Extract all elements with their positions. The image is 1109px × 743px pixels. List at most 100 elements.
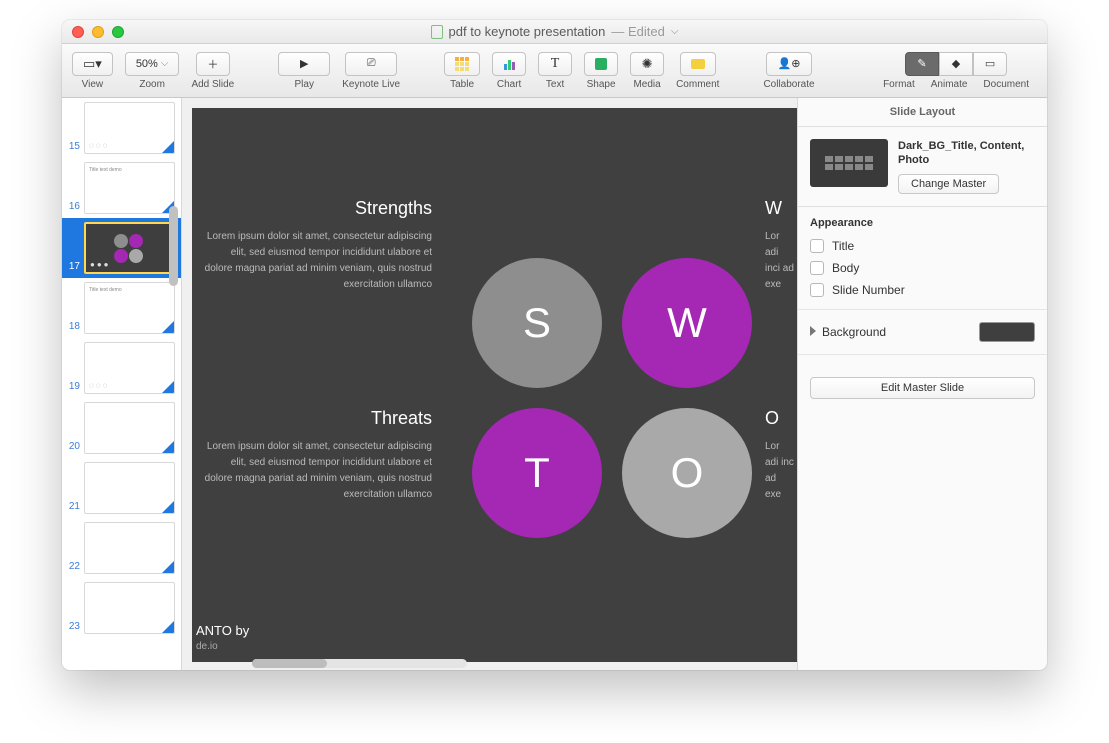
slide-number: 23 bbox=[64, 621, 80, 634]
slide-thumb-18[interactable]: 18 Title text demo bbox=[62, 278, 181, 338]
text-icon: T bbox=[551, 56, 560, 72]
strengths-heading[interactable]: Strengths bbox=[202, 198, 432, 219]
credit-line-2[interactable]: de.io bbox=[196, 641, 218, 652]
format-tab[interactable]: ✎ bbox=[905, 52, 939, 76]
play-icon: ▶ bbox=[300, 57, 308, 70]
shape-button[interactable] bbox=[584, 52, 618, 76]
notes-icon: ●●● bbox=[90, 260, 111, 269]
zoom-dropdown[interactable]: 50%⌵ bbox=[125, 52, 180, 76]
format-inspector: Slide Layout Dark_BG_Title, Content, Pho… bbox=[797, 98, 1047, 670]
slide-number: 19 bbox=[64, 381, 80, 394]
chevron-down-icon: ⌵ bbox=[161, 58, 169, 69]
checkbox-icon[interactable] bbox=[810, 261, 824, 275]
master-thumbnail bbox=[810, 139, 888, 187]
toolbar: ▭▾ View 50%⌵ Zoom ＋ Add Slide ▶ Play ⎚ K… bbox=[62, 44, 1047, 98]
slide-number-checkbox-row[interactable]: Slide Number bbox=[798, 279, 1047, 301]
title-checkbox-row[interactable]: Title bbox=[798, 235, 1047, 257]
swot-letter: T bbox=[524, 449, 550, 497]
change-master-button[interactable]: Change Master bbox=[898, 174, 999, 194]
swot-circle-w[interactable]: W bbox=[622, 258, 752, 388]
view-button[interactable]: ▭▾ bbox=[72, 52, 113, 76]
slide-preview bbox=[84, 402, 175, 454]
document-tab[interactable]: ▭ bbox=[973, 52, 1007, 76]
keynote-live-label: Keynote Live bbox=[342, 79, 400, 90]
background-color-swatch[interactable] bbox=[979, 322, 1035, 342]
strengths-body[interactable]: Lorem ipsum dolor sit amet, consectetur … bbox=[202, 229, 432, 293]
slide-preview bbox=[84, 462, 175, 514]
slide-thumb-23[interactable]: 23 bbox=[62, 578, 181, 638]
slide-thumb-19[interactable]: 19 ◌◌◌ bbox=[62, 338, 181, 398]
checkbox-icon[interactable] bbox=[810, 283, 824, 297]
opportunities-body[interactable]: Lor adi inc ad exe bbox=[765, 439, 795, 503]
notes-icon: ◌◌◌ bbox=[89, 381, 109, 390]
weaknesses-heading[interactable]: W bbox=[765, 198, 795, 219]
appearance-section-label: Appearance bbox=[798, 207, 1047, 235]
format-label: Format bbox=[875, 79, 923, 90]
threats-heading[interactable]: Threats bbox=[202, 408, 432, 429]
credit-line-1[interactable]: ANTO by bbox=[196, 623, 249, 638]
swot-circle-o[interactable]: O bbox=[622, 408, 752, 538]
slide-number: 15 bbox=[64, 141, 80, 154]
slide-thumb-15[interactable]: 15 ◌◌◌ bbox=[62, 98, 181, 158]
zoom-label: Zoom bbox=[139, 79, 165, 90]
swot-diagram[interactable]: S W T O bbox=[472, 258, 752, 538]
slide-thumb-20[interactable]: 20 bbox=[62, 398, 181, 458]
canvas-horizontal-scrollbar[interactable] bbox=[252, 659, 467, 668]
opportunities-heading[interactable]: O bbox=[765, 408, 795, 429]
swot-circle-s[interactable]: S bbox=[472, 258, 602, 388]
swot-letter: W bbox=[667, 299, 707, 347]
comment-button[interactable] bbox=[680, 52, 716, 76]
play-button[interactable]: ▶ bbox=[278, 52, 330, 76]
threats-body[interactable]: Lorem ipsum dolor sit amet, consectetur … bbox=[202, 439, 432, 503]
slide-preview bbox=[84, 582, 175, 634]
table-label: Table bbox=[450, 79, 474, 90]
slide-thumb-21[interactable]: 21 bbox=[62, 458, 181, 518]
collaborate-button[interactable]: 👤⊕ bbox=[766, 52, 812, 76]
chart-label: Chart bbox=[497, 79, 521, 90]
thumb-title: Title text demo bbox=[85, 283, 174, 297]
master-name: Dark_BG_Title, Content, Photo bbox=[898, 139, 1035, 168]
slide-preview: ◌◌◌ bbox=[84, 102, 175, 154]
weaknesses-body[interactable]: Lor adi inci ad exe bbox=[765, 229, 795, 293]
play-label: Play bbox=[295, 79, 314, 90]
inspector-header: Slide Layout bbox=[798, 98, 1047, 127]
checkbox-icon[interactable] bbox=[810, 239, 824, 253]
add-slide-label: Add Slide bbox=[191, 79, 234, 90]
background-row[interactable]: Background bbox=[798, 309, 1047, 355]
edit-master-slide-button[interactable]: Edit Master Slide bbox=[810, 377, 1035, 399]
slide-preview: Title text demo bbox=[84, 282, 175, 334]
media-button[interactable]: ✺ bbox=[630, 52, 664, 76]
slide-number: 22 bbox=[64, 561, 80, 574]
slide-thumb-22[interactable]: 22 bbox=[62, 518, 181, 578]
disclosure-triangle-icon[interactable] bbox=[810, 326, 816, 336]
slide-number: 16 bbox=[64, 201, 80, 214]
collaborate-icon: 👤⊕ bbox=[778, 57, 801, 70]
view-icon: ▭▾ bbox=[83, 56, 102, 72]
animate-tab[interactable]: ◆ bbox=[939, 52, 973, 76]
notes-icon: ◌◌◌ bbox=[89, 141, 109, 150]
slide-preview bbox=[84, 522, 175, 574]
format-icon: ✎ bbox=[917, 57, 926, 70]
slide-navigator[interactable]: 15 ◌◌◌ 16 Title text demo 17 ●●● 18 bbox=[62, 98, 182, 670]
workspace: 15 ◌◌◌ 16 Title text demo 17 ●●● 18 bbox=[62, 98, 1047, 670]
swot-letter: O bbox=[671, 449, 704, 497]
slide-thumb-17[interactable]: 17 ●●● bbox=[62, 218, 181, 278]
slide-thumb-16[interactable]: 16 Title text demo bbox=[62, 158, 181, 218]
slide-content[interactable]: Strengths Lorem ipsum dolor sit amet, co… bbox=[192, 108, 797, 662]
table-button[interactable] bbox=[444, 52, 480, 76]
chart-button[interactable] bbox=[492, 52, 526, 76]
swot-circle-t[interactable]: T bbox=[472, 408, 602, 538]
collaborate-label: Collaborate bbox=[763, 79, 814, 90]
slide-preview: ●●● bbox=[84, 222, 175, 274]
zoom-value: 50% bbox=[136, 58, 158, 70]
slide-preview: ◌◌◌ bbox=[84, 342, 175, 394]
title-chevron-down-icon[interactable]: ⌵ bbox=[671, 26, 679, 37]
navigator-scrollbar[interactable] bbox=[169, 196, 178, 396]
text-button[interactable]: T bbox=[538, 52, 572, 76]
body-checkbox-row[interactable]: Body bbox=[798, 257, 1047, 279]
keynote-live-button[interactable]: ⎚ bbox=[345, 52, 397, 76]
animate-label: Animate bbox=[923, 79, 976, 90]
slide-canvas[interactable]: Strengths Lorem ipsum dolor sit amet, co… bbox=[182, 98, 797, 670]
media-icon: ✺ bbox=[642, 56, 653, 72]
add-slide-button[interactable]: ＋ bbox=[196, 52, 230, 76]
